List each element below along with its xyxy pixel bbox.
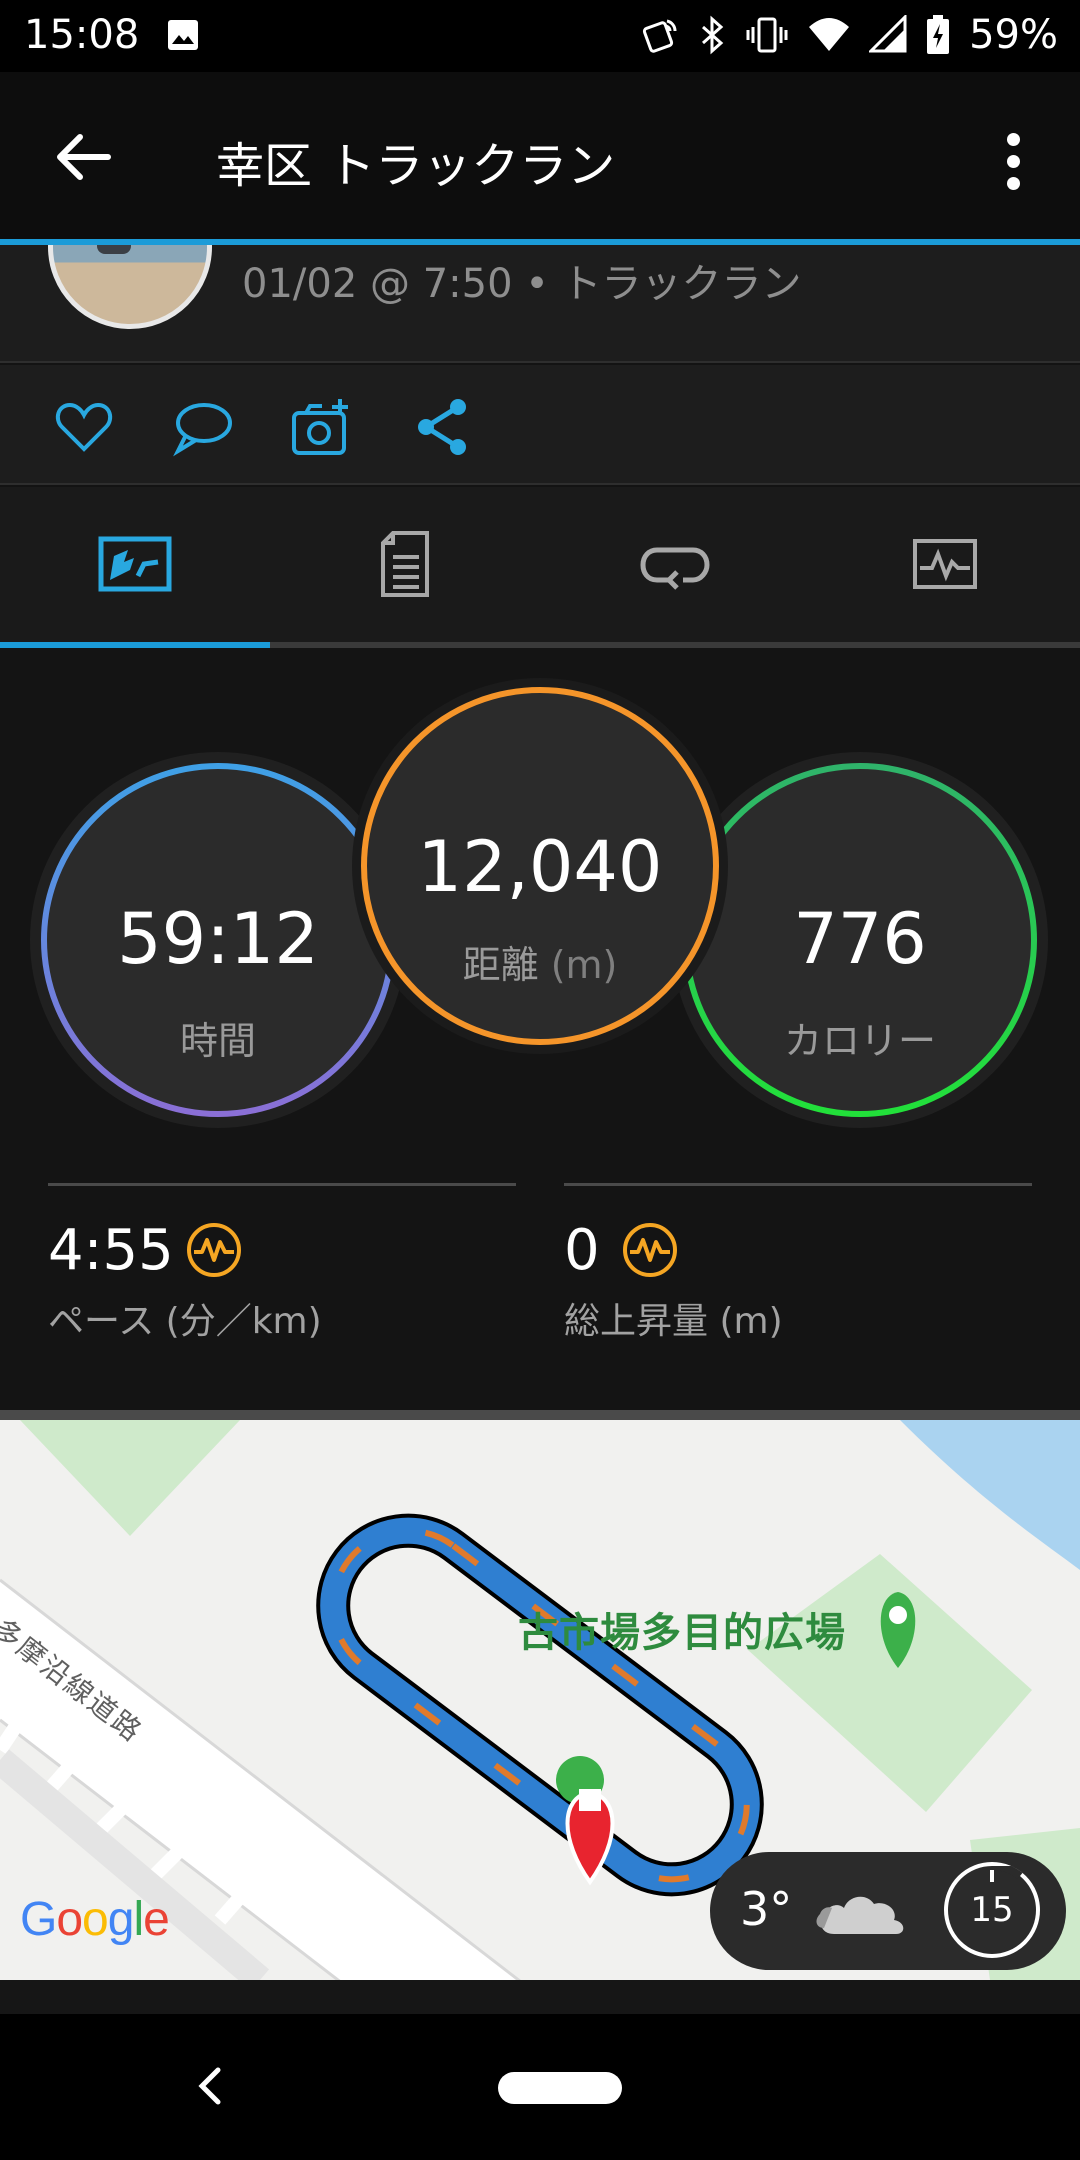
app-screen: 15:08 59% 幸区 トラックラン 01/02 @ 7:50 • トラックラ… [0, 0, 1080, 2160]
nfc-icon [642, 19, 677, 53]
tab-charts[interactable] [810, 487, 1080, 641]
bluetooth-icon [702, 15, 724, 55]
home-pill[interactable] [498, 2072, 622, 2104]
nav-back-icon[interactable] [194, 2064, 224, 2108]
bottom-spacer [0, 1980, 1080, 2014]
pace-label: ペース [48, 1301, 155, 1342]
share-icon[interactable] [410, 395, 474, 459]
battery-charging-icon [927, 15, 950, 54]
weather-widget[interactable]: 3° 15 [710, 1852, 1066, 1970]
distance-unit: (m) [550, 943, 618, 987]
pace-label-row: ペース (分／km) [48, 1292, 322, 1344]
image-icon [168, 20, 198, 50]
system-nav-bar [0, 2014, 1080, 2160]
pace-pulse-icon[interactable] [186, 1222, 242, 1278]
distance-label: 距離 [462, 943, 539, 987]
pace-unit: (分／km) [165, 1301, 322, 1342]
time-value: 59:12 [117, 898, 319, 980]
elevation-unit: (m) [719, 1301, 783, 1342]
wifi-icon [809, 18, 850, 51]
tab-bar [0, 487, 1080, 647]
activity-date-type: 01/02 @ 7:50 • トラックラン [242, 261, 802, 307]
activity-header: 01/02 @ 7:50 • トラックラン [0, 245, 1080, 363]
add-photo-icon[interactable] [290, 395, 354, 459]
elevation-divider [564, 1183, 1032, 1186]
page-title: 幸区 トラックラン [216, 138, 616, 194]
wind-speed: 15 [970, 1890, 1014, 1930]
heart-icon[interactable] [52, 395, 116, 459]
status-time: 15:08 [24, 12, 140, 58]
google-logo: Google [20, 1893, 170, 1946]
calories-label: カロリー [783, 1019, 936, 1063]
elevation-label: 総上昇量 [564, 1301, 709, 1342]
stats-panel: 59:12 時間 12,040 距離 (m) 776 カロリー 4:55 ペース… [0, 648, 1080, 1410]
details-icon [381, 531, 429, 597]
pace-value: 4:55 [48, 1218, 174, 1283]
status-bar: 15:08 59% [0, 0, 1080, 72]
weather-temp: 3° [740, 1882, 793, 1936]
route-map[interactable]: 多摩沿線道路 古市場多目的広場 Google 3° 15 [0, 1420, 1080, 1980]
social-actions [0, 365, 1080, 485]
tab-details[interactable] [270, 487, 540, 641]
distance-value: 12,040 [417, 826, 663, 908]
more-vert-icon[interactable] [996, 127, 1032, 197]
cloud-icon [816, 1896, 904, 1934]
elevation-value: 0 [564, 1218, 600, 1283]
avatar[interactable] [48, 245, 212, 329]
vibrate-icon [746, 17, 788, 53]
elevation-label-row: 総上昇量 (m) [564, 1292, 783, 1344]
battery-percent: 59% [969, 12, 1058, 58]
app-bar: 幸区 トラックラン [0, 72, 1080, 240]
time-label: 時間 [179, 1019, 256, 1063]
charts-icon [913, 539, 977, 589]
wind-dial: 15 [944, 1862, 1040, 1958]
laps-icon [640, 547, 710, 590]
map-place-label: 古市場多目的広場 [518, 1610, 846, 1656]
section-divider [0, 1410, 1080, 1420]
distance-label-row: 距離 (m) [380, 934, 700, 989]
overview-icon [98, 536, 172, 592]
elevation-pulse-icon[interactable] [622, 1222, 678, 1278]
status-icons: 59% [641, 12, 1058, 58]
tab-laps[interactable] [540, 487, 810, 641]
signal-icon [869, 15, 907, 53]
pace-divider [48, 1183, 516, 1186]
calories-value: 776 [793, 898, 927, 980]
back-arrow-icon[interactable] [50, 122, 120, 192]
tab-overview[interactable] [0, 487, 270, 641]
comment-icon[interactable] [170, 395, 234, 459]
